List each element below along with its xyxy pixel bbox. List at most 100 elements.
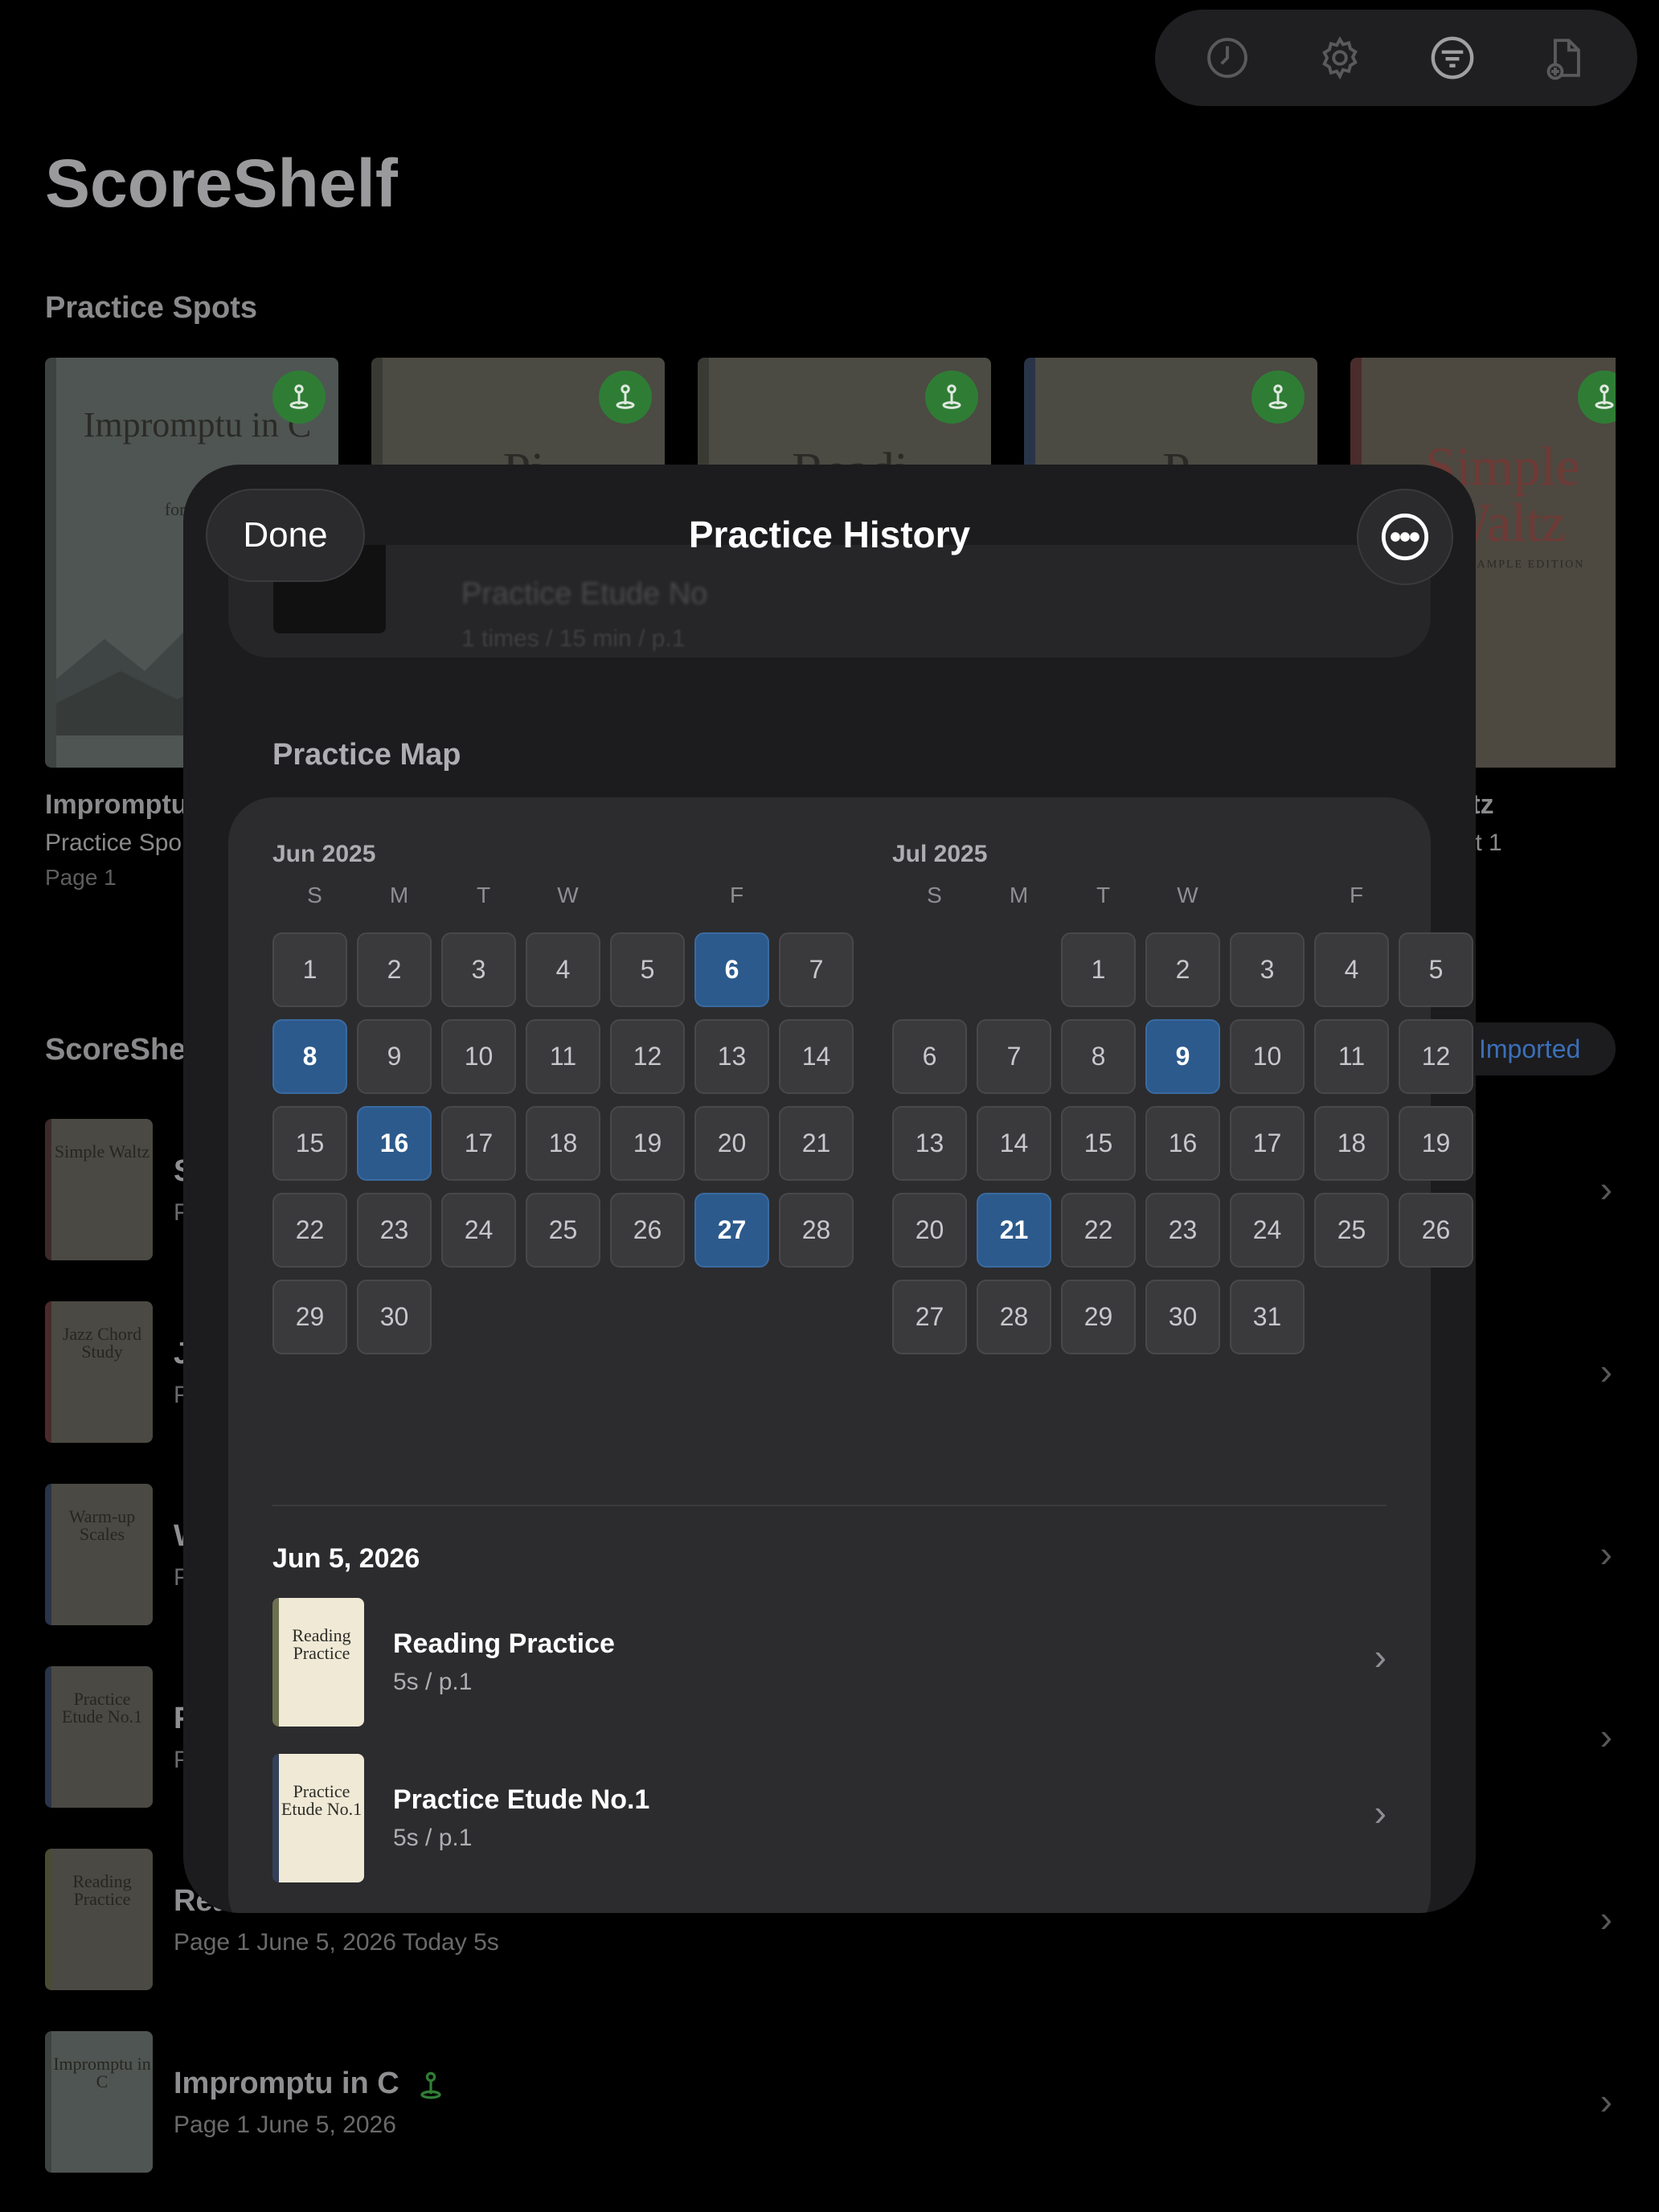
- score-thumbnail: Reading Practice: [272, 1598, 364, 1727]
- day-cell[interactable]: 30: [357, 1280, 432, 1354]
- day-cell[interactable]: 30: [1145, 1280, 1220, 1354]
- day-cell[interactable]: 6: [892, 1019, 967, 1094]
- day-cell[interactable]: 21: [779, 1106, 854, 1181]
- day-cell[interactable]: 28: [977, 1280, 1051, 1354]
- practice-history-sheet: Practice Etude No 1 times / 15 min / p.1…: [183, 465, 1476, 1913]
- day-cell[interactable]: 24: [441, 1193, 516, 1268]
- day-cell[interactable]: 18: [526, 1106, 600, 1181]
- practice-spots-heading: Practice Spots: [45, 291, 257, 325]
- chevron-right-icon: ›: [1600, 1168, 1612, 1210]
- day-cell[interactable]: 3: [441, 932, 516, 1007]
- day-cell[interactable]: 27: [892, 1280, 967, 1354]
- weekday-label: T: [476, 883, 491, 907]
- practiced-day-cell[interactable]: 8: [272, 1019, 347, 1094]
- day-cell[interactable]: 13: [892, 1106, 967, 1181]
- pin-icon: [420, 2071, 441, 2099]
- day-cell[interactable]: 2: [1145, 932, 1220, 1007]
- score-row[interactable]: Impromptu in C Impromptu in C Page 1 Jun…: [45, 2031, 1612, 2176]
- add-document-icon: [1546, 39, 1580, 80]
- day-cell[interactable]: 13: [694, 1019, 769, 1094]
- thumbnail-title: Reading Practice: [72, 1871, 132, 1909]
- practiced-day-cell[interactable]: 6: [694, 932, 769, 1007]
- empty-day-cell: [977, 932, 1051, 1007]
- day-cell[interactable]: 26: [1399, 1193, 1473, 1268]
- day-cell[interactable]: 4: [1314, 932, 1389, 1007]
- day-cell[interactable]: 8: [1061, 1019, 1136, 1094]
- weekday-label: [779, 883, 863, 915]
- day-cell[interactable]: 29: [272, 1280, 347, 1354]
- history-meta: 5s / p.1: [393, 1825, 473, 1851]
- day-cell[interactable]: 11: [526, 1019, 600, 1094]
- weekday-label: [1399, 883, 1476, 915]
- score-thumbnail: Reading Practice: [45, 1849, 153, 1990]
- practiced-day-cell[interactable]: 9: [1145, 1019, 1220, 1094]
- history-row[interactable]: Reading Practice Reading Practice 5s / p…: [272, 1598, 1387, 1727]
- day-cell[interactable]: 2: [357, 932, 432, 1007]
- day-cell[interactable]: 12: [610, 1019, 685, 1094]
- day-cell[interactable]: 28: [779, 1193, 854, 1268]
- more-button[interactable]: [1357, 489, 1453, 585]
- day-cell[interactable]: 22: [1061, 1193, 1136, 1268]
- weekday-label: M: [389, 883, 409, 907]
- day-cell[interactable]: 15: [1061, 1106, 1136, 1181]
- day-cell[interactable]: 3: [1230, 932, 1305, 1007]
- day-cell[interactable]: 1: [1061, 932, 1136, 1007]
- practice-map-card: Jun 2025 SMTWF 1 2 3 4 5 6 7 8 9 10 11 12 13 14 15 16 17…: [228, 797, 1473, 1913]
- day-cell[interactable]: 17: [1230, 1106, 1305, 1181]
- day-cell[interactable]: 1: [272, 932, 347, 1007]
- thumbnail-title: Impromptu in C: [53, 2054, 151, 2091]
- practiced-day-cell[interactable]: 21: [977, 1193, 1051, 1268]
- ghost-meta: 1 times / 15 min / p.1: [461, 625, 686, 652]
- score-thumbnail: Impromptu in C: [45, 2031, 153, 2173]
- practiced-day-cell[interactable]: 16: [357, 1106, 432, 1181]
- day-cell[interactable]: 5: [1399, 932, 1473, 1007]
- day-cell[interactable]: 20: [892, 1193, 967, 1268]
- day-cell[interactable]: 23: [357, 1193, 432, 1268]
- day-cell[interactable]: 5: [610, 932, 685, 1007]
- day-cell[interactable]: 12: [1399, 1019, 1473, 1094]
- day-cell[interactable]: 25: [1314, 1193, 1389, 1268]
- day-cell[interactable]: 19: [610, 1106, 685, 1181]
- score-thumbnail: Warm-up Scales: [45, 1484, 153, 1625]
- day-cell[interactable]: 25: [526, 1193, 600, 1268]
- day-grid: 1 2 3 4 5 6 7 8 9 10 11 12 13 14 15 16 17 18 19 20 21 22 23 24 2…: [892, 932, 1476, 1354]
- day-cell[interactable]: 24: [1230, 1193, 1305, 1268]
- day-cell[interactable]: 4: [526, 932, 600, 1007]
- day-cell[interactable]: 29: [1061, 1280, 1136, 1354]
- day-cell[interactable]: 7: [977, 1019, 1051, 1094]
- day-cell[interactable]: 22: [272, 1193, 347, 1268]
- day-cell[interactable]: 7: [779, 932, 854, 1007]
- weekday-label: M: [1009, 883, 1029, 907]
- day-grid: 1 2 3 4 5 6 7 8 9 10 11 12 13 14 15 16 17 18 19 20 21 22 23 24 2…: [272, 932, 863, 1354]
- chevron-right-icon: ›: [1600, 1715, 1612, 1757]
- day-cell[interactable]: 10: [441, 1019, 516, 1094]
- weekday-label: [1230, 883, 1314, 915]
- history-row[interactable]: Practice Etude No.1 Practice Etude No.1 …: [272, 1754, 1387, 1882]
- settings-button[interactable]: [1312, 30, 1368, 86]
- day-cell[interactable]: 16: [1145, 1106, 1220, 1181]
- day-cell[interactable]: 31: [1230, 1280, 1305, 1354]
- pin-icon: [289, 384, 309, 409]
- weekday-label: [610, 883, 694, 915]
- weekday-label: T: [1096, 883, 1111, 907]
- day-cell[interactable]: 14: [779, 1019, 854, 1094]
- practiced-day-cell[interactable]: 27: [694, 1193, 769, 1268]
- day-cell[interactable]: 18: [1314, 1106, 1389, 1181]
- practice-spot-badge: [1251, 371, 1305, 424]
- day-cell[interactable]: 20: [694, 1106, 769, 1181]
- day-cell[interactable]: 23: [1145, 1193, 1220, 1268]
- day-cell[interactable]: 26: [610, 1193, 685, 1268]
- day-cell[interactable]: 10: [1230, 1019, 1305, 1094]
- practice-spot-badge: [272, 371, 326, 424]
- day-cell[interactable]: 17: [441, 1106, 516, 1181]
- day-cell[interactable]: 14: [977, 1106, 1051, 1181]
- add-score-button[interactable]: [1537, 30, 1593, 86]
- filter-button[interactable]: [1424, 30, 1481, 86]
- day-cell[interactable]: 9: [357, 1019, 432, 1094]
- day-cell[interactable]: 11: [1314, 1019, 1389, 1094]
- score-thumbnail: Practice Etude No.1: [45, 1666, 153, 1808]
- day-cell[interactable]: 15: [272, 1106, 347, 1181]
- day-cell[interactable]: 19: [1399, 1106, 1473, 1181]
- history-button[interactable]: [1199, 30, 1256, 86]
- history-title: Practice Etude No.1: [393, 1784, 650, 1815]
